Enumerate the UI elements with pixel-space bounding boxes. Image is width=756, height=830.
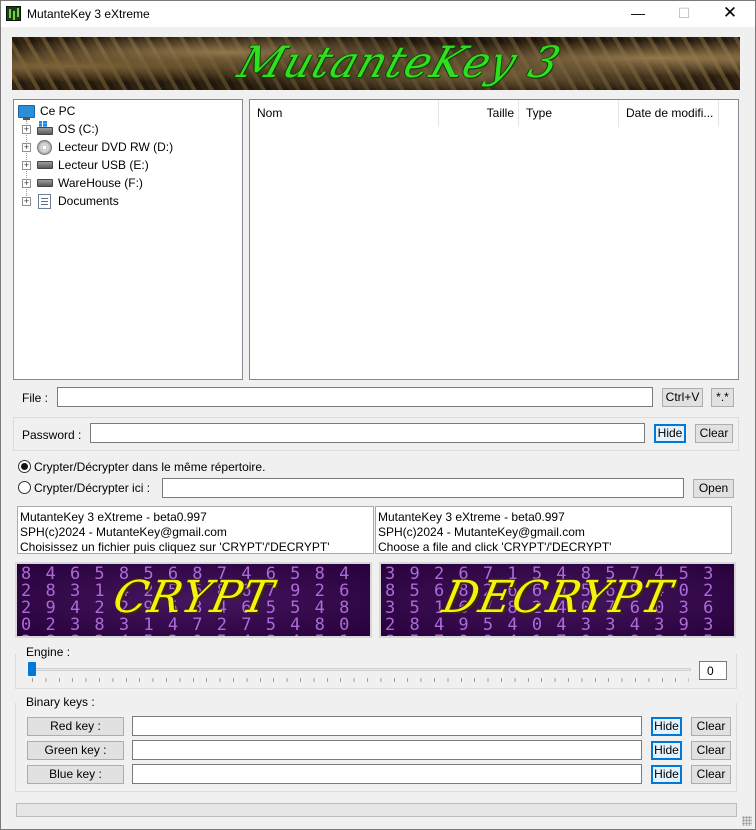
message-line: MutanteKey 3 eXtreme - beta0.997 — [378, 510, 565, 524]
password-label: Password : — [22, 428, 82, 442]
tree-item-label: OS (C:) — [58, 122, 99, 136]
tree-item-label: WareHouse (F:) — [58, 176, 143, 190]
engine-slider-thumb[interactable] — [28, 662, 36, 676]
crypt-label: CRYPT — [108, 572, 279, 623]
decrypt-label: DECRYPT — [438, 572, 677, 623]
message-line: SPH(c)2024 - MutanteKey@gmail.com — [378, 525, 585, 539]
drive-icon — [37, 179, 53, 187]
red-key-button[interactable]: Red key : — [27, 717, 124, 736]
tree-item-this-pc[interactable]: Ce PC — [18, 102, 75, 120]
message-line: Choose a file and click 'CRYPT'/'DECRYPT… — [378, 540, 612, 554]
resize-grip-icon[interactable] — [742, 816, 752, 826]
tree-item-label: Ce PC — [40, 104, 76, 118]
paste-button[interactable]: Ctrl+V — [662, 388, 703, 407]
progress-bar — [16, 803, 737, 817]
message-line: MutanteKey 3 eXtreme - beta0.997 — [20, 510, 207, 524]
password-clear-button[interactable]: Clear — [695, 424, 733, 443]
tree-item-label: Lecteur USB (E:) — [58, 158, 149, 172]
decrypt-button[interactable]: 3 9 2 6 7 1 5 4 8 5 7 4 5 3 8 5 6 8 2 6 … — [379, 562, 736, 638]
filter-button[interactable]: *.* — [711, 388, 734, 407]
engine-value-field[interactable]: 0 — [699, 661, 727, 680]
blue-key-input[interactable] — [132, 764, 642, 784]
column-header-date[interactable]: Date de modifi... — [619, 100, 719, 127]
column-header-type[interactable]: Type — [519, 100, 619, 127]
blue-key-clear-button[interactable]: Clear — [691, 765, 731, 784]
radio-custom-directory[interactable] — [18, 481, 31, 494]
documents-icon — [38, 193, 51, 209]
folder-tree[interactable]: Ce PC + OS (C:) + Lecteur DVD RW (D:) + … — [13, 99, 243, 380]
open-button[interactable]: Open — [693, 479, 734, 498]
expand-icon[interactable]: + — [22, 124, 31, 134]
expand-icon[interactable]: + — [22, 160, 31, 170]
engine-slider-track[interactable] — [29, 668, 691, 671]
custom-directory-label: Crypter/Décrypter ici : — [34, 481, 151, 495]
engine-group — [15, 654, 737, 689]
expand-icon[interactable]: + — [22, 196, 31, 206]
green-key-input[interactable] — [132, 740, 642, 760]
expand-icon[interactable]: + — [22, 178, 31, 188]
password-hide-button[interactable]: Hide — [654, 424, 686, 443]
same-directory-label: Crypter/Décrypter dans le même répertoir… — [34, 460, 266, 474]
computer-icon — [18, 104, 35, 120]
minimize-button[interactable]: — — [615, 1, 661, 27]
green-key-hide-button[interactable]: Hide — [651, 741, 682, 760]
message-panel-fr: MutanteKey 3 eXtreme - beta0.997 SPH(c)2… — [17, 506, 374, 554]
tree-item-label: Lecteur DVD RW (D:) — [58, 140, 174, 154]
file-path-input[interactable] — [57, 387, 653, 407]
crypt-button[interactable]: 8 4 6 5 8 5 6 8 7 4 6 5 8 4 2 8 3 1 4 2 … — [15, 562, 372, 638]
green-key-clear-button[interactable]: Clear — [691, 741, 731, 760]
app-icon — [6, 6, 21, 21]
dvd-drive-icon — [37, 139, 52, 155]
red-key-input[interactable] — [132, 716, 642, 736]
close-button[interactable]: ✕ — [707, 1, 753, 27]
tree-item-usb-e[interactable]: + Lecteur USB (E:) — [22, 156, 149, 174]
message-line: SPH(c)2024 - MutanteKey@gmail.com — [20, 525, 227, 539]
green-key-button[interactable]: Green key : — [27, 741, 124, 760]
file-label: File : — [22, 391, 49, 405]
message-line: Choisissez un fichier puis cliquez sur '… — [20, 540, 330, 554]
engine-label: Engine : — [25, 645, 72, 659]
tree-item-label: Documents — [58, 194, 119, 208]
output-directory-input[interactable] — [162, 478, 684, 498]
red-key-hide-button[interactable]: Hide — [651, 717, 682, 736]
windows-drive-icon — [37, 121, 53, 135]
file-list[interactable]: Nom Taille Type Date de modifi... — [249, 99, 739, 380]
blue-key-hide-button[interactable]: Hide — [651, 765, 682, 784]
window-title: MutanteKey 3 eXtreme — [27, 7, 150, 21]
binary-keys-label: Binary keys : — [25, 695, 96, 709]
red-key-clear-button[interactable]: Clear — [691, 717, 731, 736]
tree-item-warehouse-f[interactable]: + WareHouse (F:) — [22, 174, 143, 192]
engine-slider-ticks — [32, 678, 689, 682]
app-window: MutanteKey 3 eXtreme — ☐ ✕ MutanteKey 3 … — [0, 0, 756, 830]
usb-drive-icon — [37, 161, 53, 169]
title-bar: MutanteKey 3 eXtreme — ☐ ✕ — [1, 1, 755, 27]
tree-item-documents[interactable]: + Documents — [22, 192, 119, 210]
banner-title: MutanteKey 3 — [231, 38, 567, 88]
maximize-button[interactable]: ☐ — [661, 1, 707, 27]
blue-key-button[interactable]: Blue key : — [27, 765, 124, 784]
column-header-size[interactable]: Taille — [439, 100, 519, 127]
tree-item-dvd-d[interactable]: + Lecteur DVD RW (D:) — [22, 138, 173, 156]
expand-icon[interactable]: + — [22, 142, 31, 152]
radio-same-directory[interactable] — [18, 460, 31, 473]
banner-logo: MutanteKey 3 — [12, 37, 740, 90]
message-panel-en: MutanteKey 3 eXtreme - beta0.997 SPH(c)2… — [375, 506, 732, 554]
column-header-name[interactable]: Nom — [250, 100, 439, 127]
password-input[interactable] — [90, 423, 645, 443]
tree-item-os-c[interactable]: + OS (C:) — [22, 120, 99, 138]
